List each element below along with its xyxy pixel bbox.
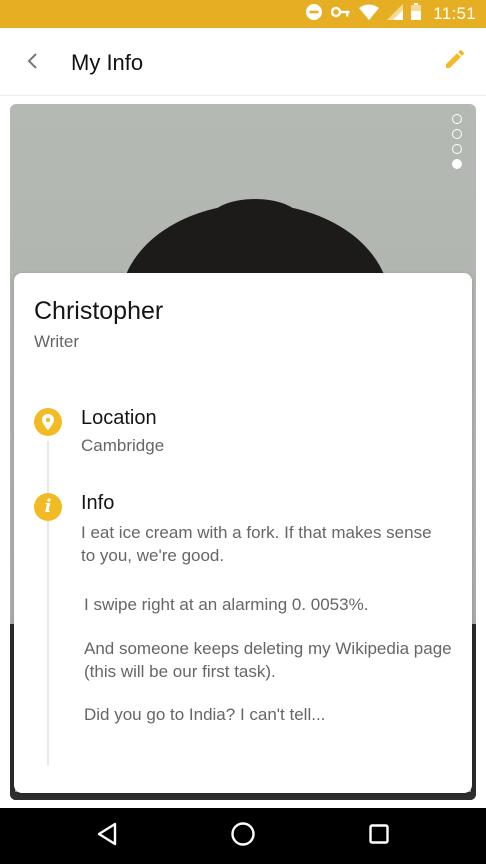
info-intro: I eat ice cream with a fork. If that mak…	[81, 523, 432, 565]
profile-name: Christopher	[34, 297, 164, 325]
page-title: My Info	[71, 50, 144, 75]
info-paragraph: Did you go to India? I can't tell...	[84, 705, 326, 724]
photo-edge	[10, 792, 476, 800]
battery-icon	[411, 3, 422, 25]
system-nav-bar	[0, 808, 486, 864]
info-paragraph: I swipe right at an alarming 0. 0053%.	[84, 595, 369, 614]
chevron-left-icon	[26, 52, 40, 75]
back-button[interactable]	[18, 48, 48, 78]
timeline-line	[47, 441, 49, 765]
home-circle-icon	[230, 821, 256, 852]
app-bar: My Info	[0, 28, 486, 96]
page-dot-active[interactable]	[452, 159, 462, 169]
location-title: Location	[81, 407, 157, 429]
back-triangle-icon	[96, 822, 118, 851]
nav-home-button[interactable]	[213, 808, 273, 864]
photo-subject-hair-top	[210, 199, 300, 239]
status-bar: 11:51	[0, 0, 486, 28]
nav-recents-button[interactable]	[349, 808, 409, 864]
recents-square-icon	[368, 823, 390, 850]
page-dot[interactable]	[452, 144, 462, 154]
do-not-disturb-icon	[305, 3, 323, 26]
key-icon	[331, 5, 351, 24]
pencil-icon	[443, 47, 467, 76]
location-pin-icon	[34, 408, 62, 436]
photo-page-indicator	[452, 114, 462, 169]
status-icons: 11:51	[305, 0, 476, 28]
info-paragraph: And someone keeps deleting my Wikipedia …	[84, 639, 452, 681]
profile-card: Christopher Writer Location Cambridge i …	[14, 273, 472, 793]
page-dot[interactable]	[452, 129, 462, 139]
info-title: Info	[81, 492, 115, 514]
wifi-icon	[359, 4, 380, 25]
status-time: 11:51	[433, 4, 476, 23]
nav-back-button[interactable]	[77, 808, 137, 864]
location-value: Cambridge	[81, 436, 165, 455]
profile-job: Writer	[34, 332, 80, 351]
edit-button[interactable]	[440, 46, 470, 76]
info-icon: i	[34, 493, 62, 521]
signal-icon	[387, 3, 404, 25]
page-dot[interactable]	[452, 114, 462, 124]
